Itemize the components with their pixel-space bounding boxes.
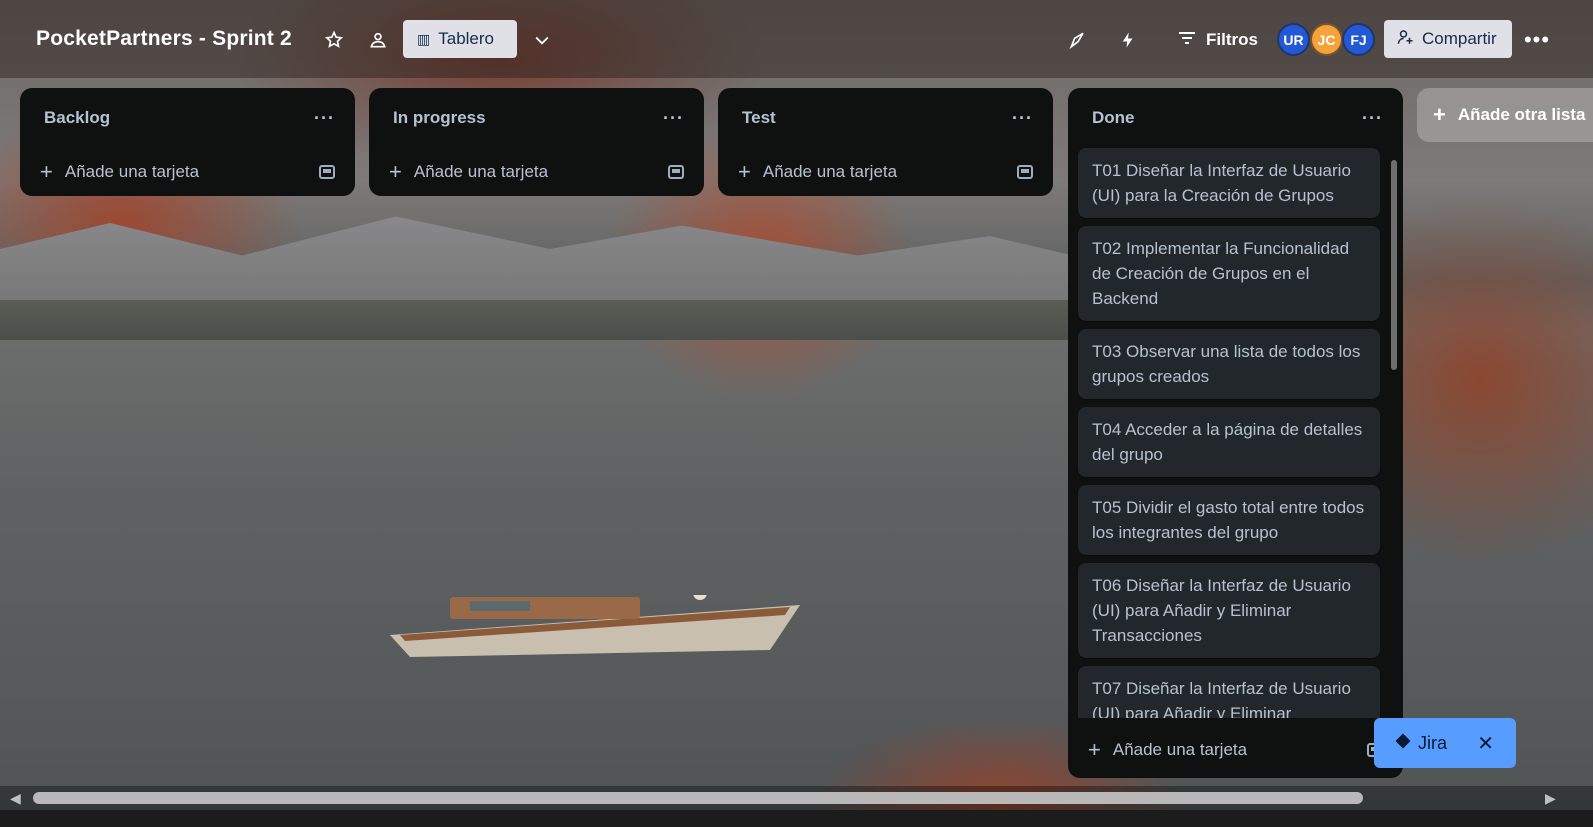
list-done: Done ··· T01 Diseñar la Interfaz de Usua… [1068, 88, 1403, 778]
board-view-icon: ▥ [417, 30, 431, 47]
add-person-icon [1396, 28, 1414, 51]
list-header: In progress ··· [369, 88, 704, 148]
list-header: Done ··· [1068, 88, 1403, 148]
list-test: Test ··· + Añade una tarjeta [718, 88, 1053, 196]
card[interactable]: T03 Observar una lista de todos los grup… [1078, 329, 1380, 399]
rocket-icon[interactable] [1062, 24, 1094, 56]
board-view-button[interactable]: ▥ Tablero [403, 20, 517, 58]
add-card-row: + Añade una tarjeta [1068, 726, 1403, 774]
plus-icon: + [40, 159, 53, 184]
card[interactable]: T02 Implementar la Funcionalidad de Crea… [1078, 226, 1380, 321]
background-shore [0, 300, 1100, 340]
add-list-label: Añade otra lista [1457, 105, 1586, 124]
board-view-label: Tablero [438, 29, 494, 48]
filter-icon [1178, 30, 1196, 50]
board-title[interactable]: PocketPartners - Sprint 2 [36, 27, 292, 51]
scrollbar-thumb[interactable] [33, 792, 1363, 804]
scroll-right-icon[interactable]: ▶ [1545, 790, 1556, 807]
share-label: Compartir [1422, 29, 1497, 48]
card[interactable]: T05 Dividir el gasto total entre todos l… [1078, 485, 1380, 555]
more-icon[interactable]: ··· [314, 108, 335, 129]
card[interactable]: T01 Diseñar la Interfaz de Usuario (UI) … [1078, 148, 1380, 218]
jira-popup[interactable]: Jira ✕ [1374, 718, 1516, 768]
card-template-icon[interactable] [668, 165, 684, 179]
list-title[interactable]: Test [742, 108, 776, 128]
background-boat [390, 595, 800, 657]
card[interactable]: T06 Diseñar la Interfaz de Usuario (UI) … [1078, 563, 1380, 658]
card-template-icon[interactable] [319, 165, 335, 179]
add-card-row: + Añade una tarjeta [718, 148, 1053, 196]
more-icon[interactable]: ··· [663, 108, 684, 129]
board-header: PocketPartners - Sprint 2 ▥ Tablero Filt… [0, 0, 1593, 78]
share-button[interactable]: Compartir [1384, 20, 1512, 58]
avatar[interactable]: UR [1277, 23, 1310, 56]
team-visibility-icon[interactable] [362, 24, 394, 56]
plus-icon: + [1088, 737, 1101, 762]
add-card-button[interactable]: + Añade una tarjeta [1088, 739, 1247, 761]
list-backlog: Backlog ··· + Añade una tarjeta [20, 88, 355, 196]
card-template-icon[interactable] [1017, 165, 1033, 179]
add-card-label: Añade una tarjeta [64, 162, 200, 181]
add-card-row: + Añade una tarjeta [369, 148, 704, 196]
plus-icon: + [389, 159, 402, 184]
filter-button[interactable]: Filtros [1170, 24, 1266, 56]
list-header: Backlog ··· [20, 88, 355, 148]
card[interactable]: T04 Acceder a la página de detalles del … [1078, 407, 1380, 477]
add-card-button[interactable]: + Añade una tarjeta [389, 161, 548, 183]
chevron-down-icon[interactable] [526, 24, 558, 56]
lightning-icon[interactable] [1112, 24, 1144, 56]
add-card-label: Añade una tarjeta [762, 162, 898, 181]
more-icon[interactable]: ··· [1012, 108, 1033, 129]
list-in-progress: In progress ··· + Añade una tarjeta [369, 88, 704, 196]
list-header: Test ··· [718, 88, 1053, 148]
add-card-button[interactable]: + Añade una tarjeta [40, 161, 199, 183]
jira-icon [1394, 732, 1412, 755]
add-card-label: Añade una tarjeta [413, 162, 549, 181]
avatar[interactable]: FJ [1342, 23, 1375, 56]
avatar[interactable]: JC [1310, 23, 1343, 56]
plus-icon: + [1433, 102, 1446, 127]
list-title[interactable]: Backlog [44, 108, 110, 128]
card-list: T01 Diseñar la Interfaz de Usuario (UI) … [1068, 148, 1403, 718]
list-title[interactable]: In progress [393, 108, 486, 128]
add-card-button[interactable]: + Añade una tarjeta [738, 161, 897, 183]
plus-icon: + [738, 159, 751, 184]
add-card-label: Añade una tarjeta [1112, 740, 1248, 759]
list-title[interactable]: Done [1092, 108, 1135, 128]
add-card-row: + Añade una tarjeta [20, 148, 355, 196]
scroll-left-icon[interactable]: ◀ [10, 790, 21, 807]
board-horizontal-scrollbar[interactable]: ◀ ▶ [0, 786, 1593, 810]
star-icon[interactable] [318, 24, 350, 56]
list-scrollbar[interactable] [1390, 150, 1398, 800]
filter-label: Filtros [1206, 30, 1258, 49]
card[interactable]: T07 Diseñar la Interfaz de Usuario (UI) … [1078, 666, 1380, 718]
close-icon[interactable]: ✕ [1477, 731, 1494, 756]
add-list-button[interactable]: + Añade otra lista [1417, 88, 1593, 142]
more-icon[interactable]: ••• [1521, 24, 1553, 56]
jira-label: Jira [1418, 732, 1448, 753]
more-icon[interactable]: ··· [1362, 108, 1383, 129]
window-bottom-edge [0, 810, 1593, 827]
